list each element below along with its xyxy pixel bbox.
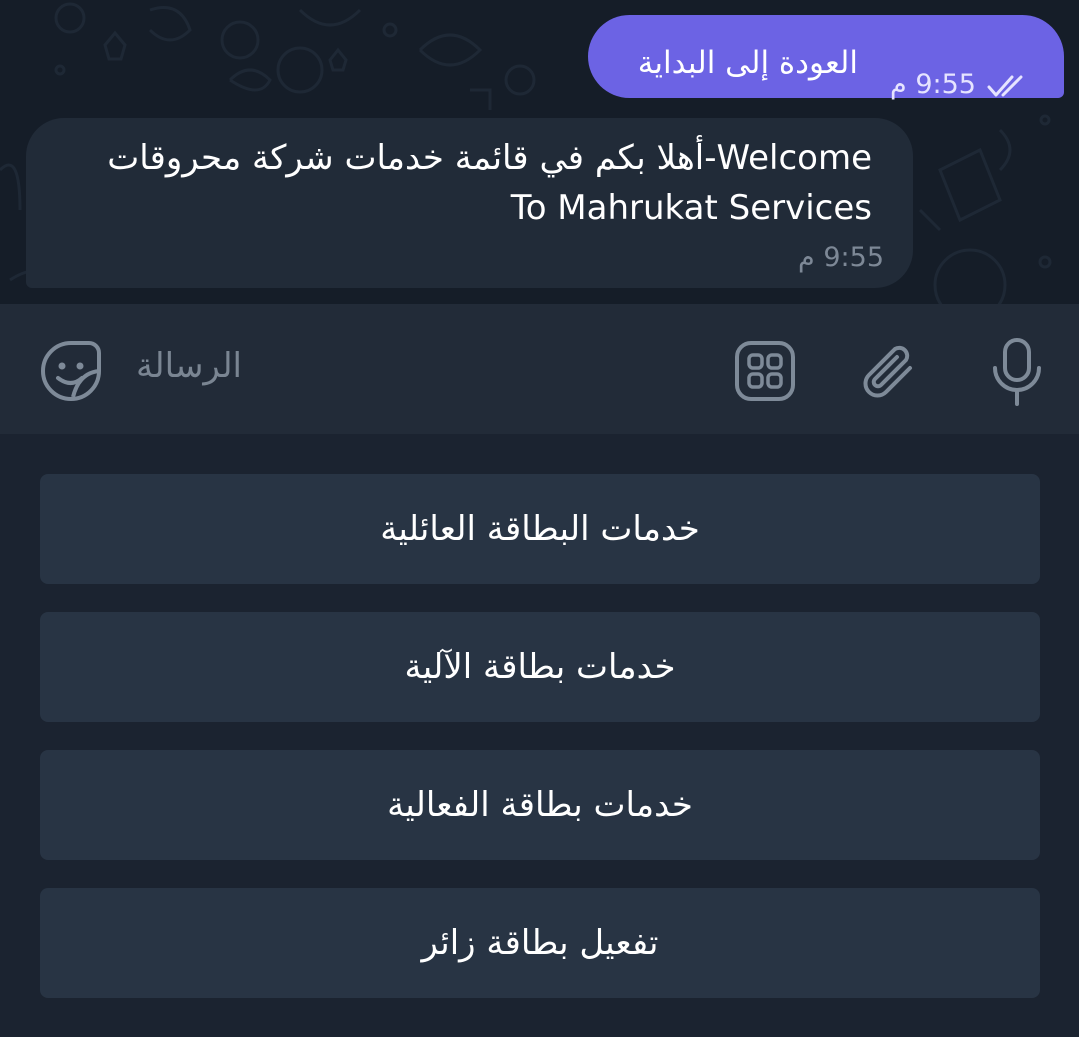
chat-area[interactable]: العودة إلى البداية 9:55 م أهلا بكم في قا… [0, 0, 1079, 304]
incoming-message[interactable]: أهلا بكم في قائمة خدمات شركة محروقات-Wel… [26, 118, 913, 288]
message-input[interactable]: الرسالة [136, 346, 242, 386]
bot-menu-icon[interactable] [734, 340, 796, 402]
incoming-message-time: 9:55 م [798, 242, 884, 273]
message-input-bar: الرسالة [0, 304, 1079, 434]
sticker-icon[interactable] [40, 340, 102, 402]
incoming-message-line1: أهلا بكم في قائمة خدمات شركة محروقات-Wel… [107, 138, 872, 178]
keyboard-button-vehicle-card[interactable]: خدمات بطاقة الآلية [40, 612, 1040, 722]
incoming-message-line2: To Mahrukat Services [510, 188, 872, 228]
keyboard-button-family-card[interactable]: خدمات البطاقة العائلية [40, 474, 1040, 584]
outgoing-message-time: 9:55 م [890, 69, 976, 100]
bot-reply-keyboard: خدمات البطاقة العائلية خدمات بطاقة الآلي… [0, 434, 1079, 1037]
attach-icon[interactable] [862, 340, 922, 406]
outgoing-message-text: العودة إلى البداية [637, 45, 858, 81]
keyboard-button-visitor-card[interactable]: تفعيل بطاقة زائر [40, 888, 1040, 998]
outgoing-message[interactable]: العودة إلى البداية 9:55 م [588, 15, 1064, 100]
double-check-icon [987, 75, 1023, 97]
mic-icon[interactable] [990, 336, 1044, 408]
keyboard-button-events-card[interactable]: خدمات بطاقة الفعالية [40, 750, 1040, 860]
